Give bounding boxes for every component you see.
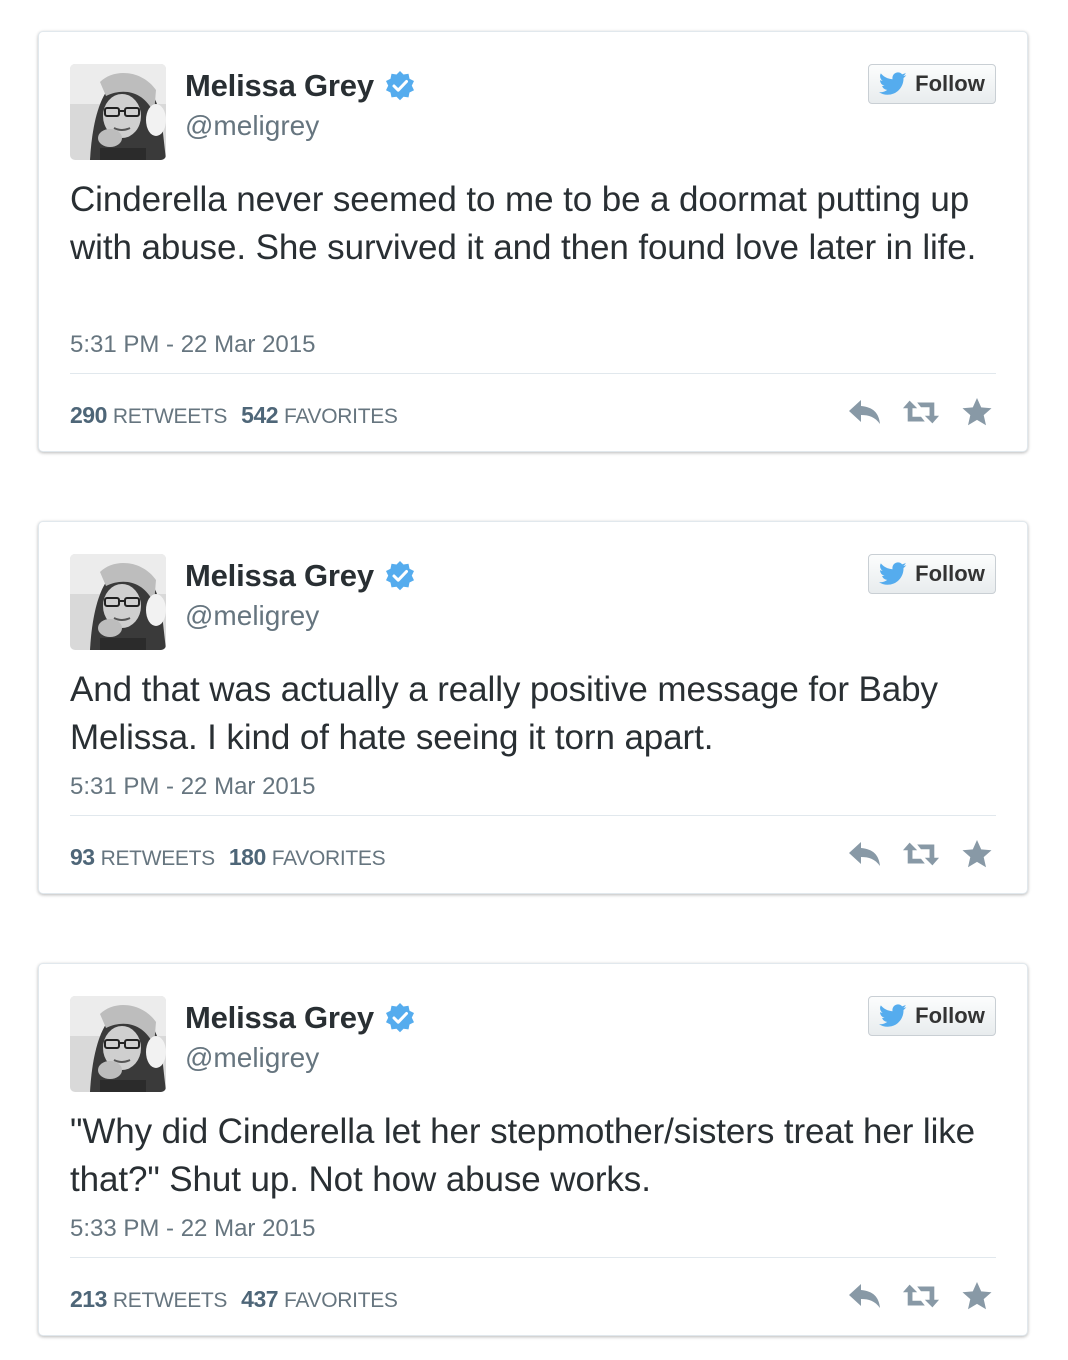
tweet-card: Melissa Grey @meligrey Follow And that w… (38, 521, 1028, 894)
retweets-label[interactable]: RETWEETS (113, 1289, 228, 1313)
retweet-icon[interactable] (902, 396, 940, 428)
tweet-stats: 93 RETWEETS 180 FAVORITES (70, 844, 399, 871)
tweet-actions (846, 1280, 996, 1312)
verified-badge-icon (384, 1002, 416, 1034)
retweet-count[interactable]: 93 (70, 844, 95, 871)
tweet-text: And that was actually a really positive … (70, 670, 938, 757)
user-name[interactable]: Melissa Grey (185, 558, 374, 594)
tweet-card: Melissa Grey @meligrey Follow "Why did C… (38, 963, 1028, 1336)
tweet-actions (846, 396, 996, 428)
verified-badge-icon (384, 70, 416, 102)
user-name-row[interactable]: Melissa Grey (185, 558, 416, 594)
reply-icon[interactable] (846, 396, 884, 428)
follow-label: Follow (915, 71, 985, 96)
user-handle[interactable]: @meligrey (185, 110, 319, 142)
twitter-bird-icon (879, 1004, 907, 1028)
favorites-label[interactable]: FAVORITES (284, 405, 398, 429)
favorites-label[interactable]: FAVORITES (284, 1289, 398, 1313)
twitter-bird-icon (879, 562, 907, 586)
avatar[interactable] (70, 64, 166, 160)
reply-icon[interactable] (846, 1280, 884, 1312)
user-handle[interactable]: @meligrey (185, 1042, 319, 1074)
follow-button[interactable]: Follow (868, 554, 996, 594)
tweet-stats: 213 RETWEETS 437 FAVORITES (70, 1286, 412, 1313)
retweet-icon[interactable] (902, 1280, 940, 1312)
favorites-label[interactable]: FAVORITES (272, 847, 386, 871)
verified-badge-icon (384, 560, 416, 592)
user-name-row[interactable]: Melissa Grey (185, 68, 416, 104)
tweet-timestamp[interactable]: 5:33 PM - 22 Mar 2015 (70, 1215, 315, 1243)
retweets-label[interactable]: RETWEETS (101, 847, 216, 871)
divider (70, 373, 996, 374)
follow-button[interactable]: Follow (868, 64, 996, 104)
favorite-star-icon[interactable] (958, 838, 996, 870)
tweet-text: "Why did Cinderella let her stepmother/s… (70, 1112, 976, 1199)
user-name-row[interactable]: Melissa Grey (185, 1000, 416, 1036)
retweet-count[interactable]: 290 (70, 402, 107, 429)
avatar[interactable] (70, 996, 166, 1092)
favorite-star-icon[interactable] (958, 1280, 996, 1312)
retweet-count[interactable]: 213 (70, 1286, 107, 1313)
favorite-count[interactable]: 180 (229, 844, 266, 871)
reply-icon[interactable] (846, 838, 884, 870)
tweet-timestamp[interactable]: 5:31 PM - 22 Mar 2015 (70, 331, 315, 359)
tweet-card: Melissa Grey @meligrey Follow Cinderella… (38, 31, 1028, 452)
favorite-star-icon[interactable] (958, 396, 996, 428)
tweet-actions (846, 838, 996, 870)
tweet-timestamp[interactable]: 5:31 PM - 22 Mar 2015 (70, 773, 315, 801)
follow-label: Follow (915, 561, 985, 586)
divider (70, 1257, 996, 1258)
user-handle[interactable]: @meligrey (185, 600, 319, 632)
avatar[interactable] (70, 554, 166, 650)
favorite-count[interactable]: 542 (241, 402, 278, 429)
retweets-label[interactable]: RETWEETS (113, 405, 228, 429)
user-name[interactable]: Melissa Grey (185, 1000, 374, 1036)
favorite-count[interactable]: 437 (241, 1286, 278, 1313)
divider (70, 815, 996, 816)
user-name[interactable]: Melissa Grey (185, 68, 374, 104)
tweet-stats: 290 RETWEETS 542 FAVORITES (70, 402, 412, 429)
tweet-text: Cinderella never seemed to me to be a do… (70, 180, 977, 267)
follow-label: Follow (915, 1003, 985, 1028)
retweet-icon[interactable] (902, 838, 940, 870)
follow-button[interactable]: Follow (868, 996, 996, 1036)
twitter-bird-icon (879, 72, 907, 96)
